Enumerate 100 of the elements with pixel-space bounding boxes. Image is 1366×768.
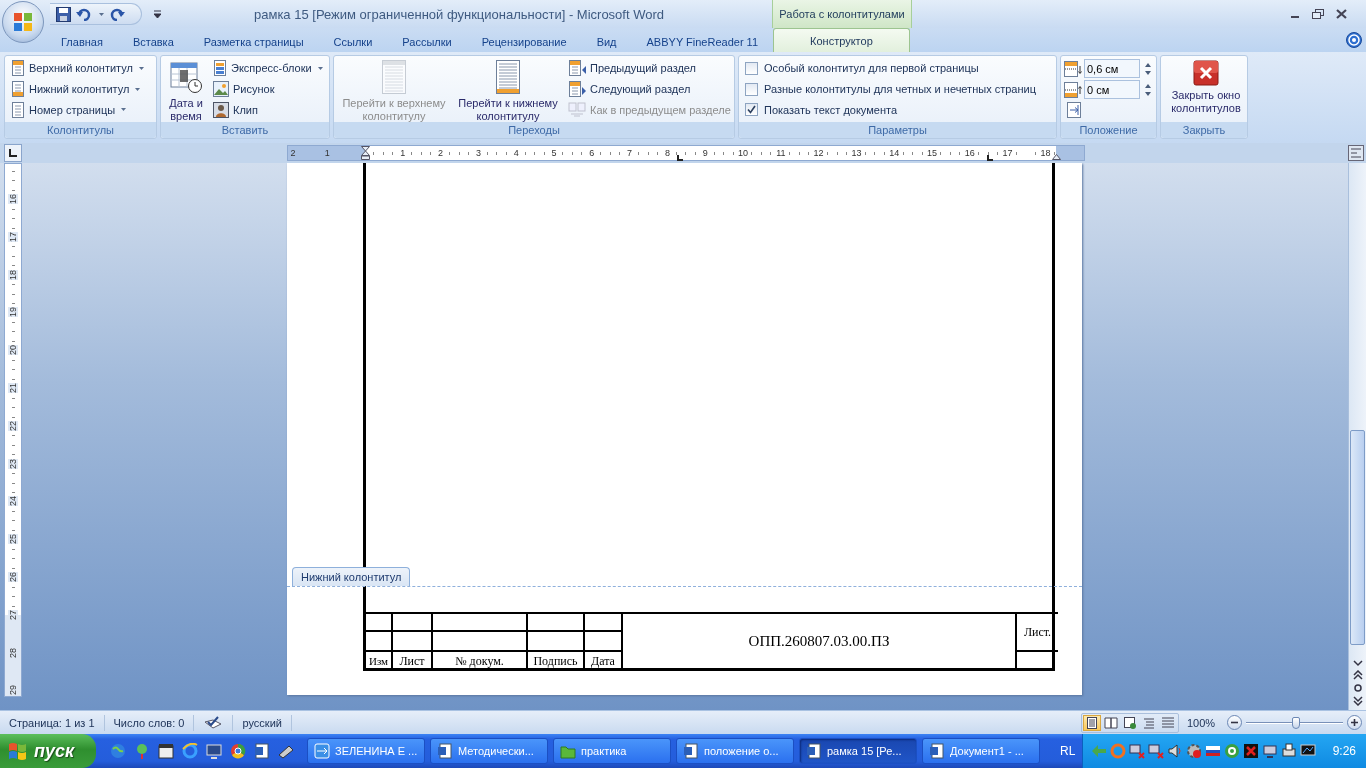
ribbon-button[interactable]: Рисунок (210, 78, 326, 100)
page-arrow-icon (568, 60, 586, 77)
ruler-number: 28 (8, 647, 18, 658)
drive-icon (314, 743, 330, 759)
indent-marker-icon[interactable] (361, 146, 370, 160)
ribbon-tab[interactable]: Разметка страницы (188, 30, 319, 52)
ribbon-tab[interactable]: Вид (581, 30, 632, 52)
ribbon-button[interactable]: Экспресс-блоки (210, 58, 326, 79)
ribbon-tab[interactable]: Ссылки (318, 30, 388, 52)
ruler-number: 3 (474, 147, 482, 159)
zoom-level: 100% (1187, 716, 1217, 729)
document-icon (806, 743, 822, 759)
ribbon-tab[interactable]: Главная (46, 30, 118, 52)
office-button[interactable] (2, 1, 44, 43)
zoom-out-button[interactable] (1227, 715, 1242, 730)
taskbar-button[interactable]: рамка 15 [Ре... (799, 738, 917, 764)
flag-icon[interactable] (1204, 743, 1221, 759)
taskbar-button[interactable]: практика (553, 738, 671, 764)
save-icon[interactable] (56, 6, 71, 22)
document-icon[interactable] (254, 743, 270, 759)
ruler-number: 15 (926, 147, 938, 159)
customize-icon[interactable] (154, 10, 161, 18)
ribbon-button[interactable]: Клип (210, 99, 326, 120)
ribbon-button[interactable]: Закрыть окно колонтитулов (1164, 58, 1248, 120)
browser-icon[interactable] (182, 743, 198, 759)
scanner-icon[interactable] (278, 743, 294, 759)
scrollbar[interactable] (1348, 163, 1366, 710)
ribbon-tab[interactable]: Вставка (117, 30, 189, 52)
monitor-icon[interactable] (206, 743, 222, 759)
pin-icon[interactable] (134, 743, 150, 759)
language-indicator[interactable]: RL (1060, 744, 1076, 758)
taskbar-button[interactable]: положение о... (676, 738, 794, 764)
previous-page-icon[interactable] (1351, 670, 1364, 680)
ribbon-tab[interactable]: Рассылки (387, 30, 467, 52)
speaker-icon[interactable] (1166, 743, 1183, 759)
ruler-number: 13 (850, 147, 863, 159)
start-button[interactable]: пуск (0, 734, 96, 768)
checkbox[interactable]: Особый колонтитул для первой страницы (742, 58, 1039, 79)
tab-selector-button[interactable] (4, 144, 22, 162)
ribbon-tab[interactable]: Конструктор (773, 28, 910, 52)
restore-button[interactable] (1312, 9, 1324, 19)
view-button[interactable] (1102, 714, 1120, 731)
ribbon-button[interactable]: Нижний колонтитул (8, 78, 147, 100)
spin-field[interactable]: 0,6 см (1084, 59, 1140, 78)
slider-thumb[interactable] (1292, 716, 1301, 729)
ruler-number: 25 (8, 534, 18, 545)
network-icon[interactable] (1147, 743, 1164, 759)
ruler-toggle-icon[interactable] (1348, 145, 1364, 161)
page-icon (495, 60, 521, 94)
ribbon-button[interactable]: Предыдущий раздел (565, 58, 734, 79)
language-label[interactable]: русский (233, 714, 292, 731)
ribbon-button[interactable]: Номер страницы (8, 99, 147, 120)
view-button[interactable] (1121, 714, 1139, 731)
context-tab-title: Работа с колонтитулами (772, 0, 912, 28)
view-button[interactable] (1083, 714, 1101, 731)
checkbox[interactable]: Разные колонтитулы для четных и нечетных страниц (742, 78, 1039, 100)
monitor-icon[interactable] (1261, 743, 1278, 759)
film-icon[interactable] (158, 743, 174, 759)
slider-track[interactable] (1246, 715, 1343, 730)
ribbon-button[interactable]: Перейти к нижнему колонтитулу (453, 58, 563, 120)
next-page-icon[interactable] (1351, 696, 1364, 706)
scroll-thumb[interactable] (1350, 430, 1365, 645)
group-label: Колонтитулы (5, 122, 156, 138)
tab-stop-icon[interactable] (677, 155, 683, 161)
ribbon-tab[interactable]: Рецензирование (466, 30, 582, 52)
undo-icon[interactable] (76, 7, 92, 21)
group-label: Параметры (739, 122, 1056, 138)
taskbar-button[interactable]: ЗЕЛЕНИНА Е ... (307, 738, 425, 764)
ruler-number: 16 (8, 194, 18, 204)
close-button[interactable] (1336, 9, 1347, 19)
zoom-in-button[interactable] (1347, 715, 1362, 730)
circle-icon[interactable] (1351, 683, 1364, 693)
page-icon (11, 81, 25, 97)
figure-icon (213, 101, 229, 118)
table-cell: № докум. (455, 654, 504, 668)
printer-icon[interactable] (1280, 743, 1297, 759)
redo-icon[interactable] (109, 7, 125, 21)
ruler-number: 1 (399, 147, 407, 159)
ribbon-button[interactable]: Верхний колонтитул (8, 58, 147, 79)
ring-icon[interactable] (1223, 743, 1240, 759)
draft-icon (1161, 715, 1175, 730)
checkbox[interactable]: Показать текст документа (742, 99, 1039, 120)
help-icon[interactable] (1346, 32, 1362, 48)
circle-icon[interactable] (230, 743, 246, 759)
footer-position-icon (1064, 81, 1082, 98)
network-icon[interactable] (1128, 743, 1145, 759)
ruler-number: 7 (626, 147, 634, 159)
ribbon-button[interactable]: Дата и время (164, 58, 208, 120)
globe-icon[interactable] (110, 743, 126, 759)
proofing-icon[interactable] (203, 715, 224, 730)
monitor-icon[interactable] (1299, 743, 1316, 759)
tab-stop-icon[interactable] (987, 155, 993, 161)
spin-field[interactable]: 0 см (1084, 80, 1140, 99)
taskbar-button[interactable]: Методически... (430, 738, 548, 764)
gear-icon[interactable] (1185, 743, 1202, 759)
ribbon-tab[interactable]: ABBYY FineReader 11 (631, 30, 774, 52)
ribbon-button[interactable]: Следующий раздел (565, 78, 734, 100)
indent-marker-icon[interactable] (1052, 154, 1061, 160)
cross-icon[interactable] (1242, 743, 1259, 759)
taskbar-button[interactable]: Документ1 - ... (922, 738, 1040, 764)
